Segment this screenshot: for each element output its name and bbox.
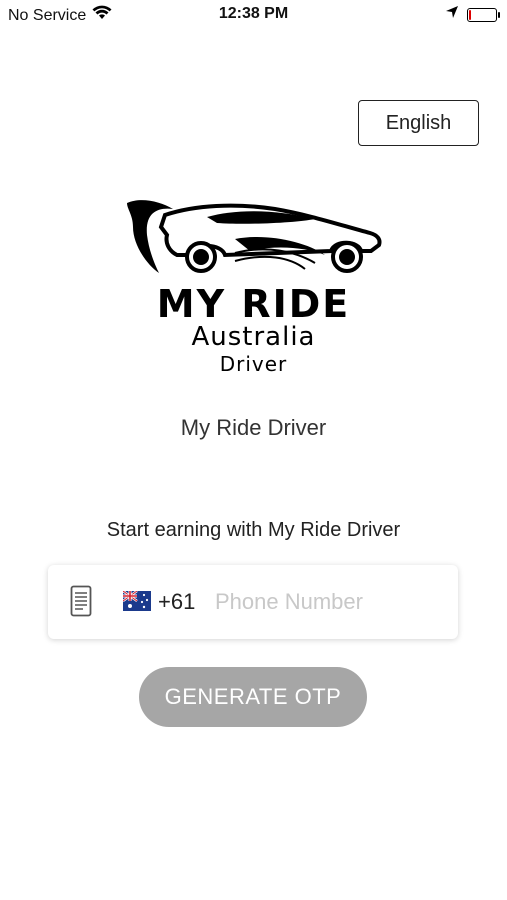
status-bar: No Service 12:38 PM	[0, 0, 507, 30]
logo-subtitle-driver: Driver	[219, 352, 288, 376]
phone-number-field[interactable]: +61	[48, 565, 458, 639]
logo-subtitle: Australia	[191, 322, 316, 352]
country-code[interactable]: +61	[158, 589, 195, 615]
australia-flag-icon[interactable]	[122, 590, 151, 611]
status-time: 12:38 PM	[218, 5, 289, 22]
status-right	[445, 5, 500, 24]
tagline: Start earning with My Ride Driver	[106, 519, 401, 541]
generate-otp-button[interactable]: GENERATE OTP	[139, 667, 367, 727]
car-logo-icon	[127, 200, 382, 273]
logo-title: MY RIDE	[156, 282, 351, 326]
location-arrow-icon	[445, 5, 459, 24]
battery-icon	[467, 7, 500, 22]
language-button[interactable]: English	[358, 100, 479, 146]
app-name: My Ride Driver	[180, 415, 327, 440]
phone-number-input[interactable]	[213, 583, 447, 621]
document-icon	[70, 585, 92, 622]
